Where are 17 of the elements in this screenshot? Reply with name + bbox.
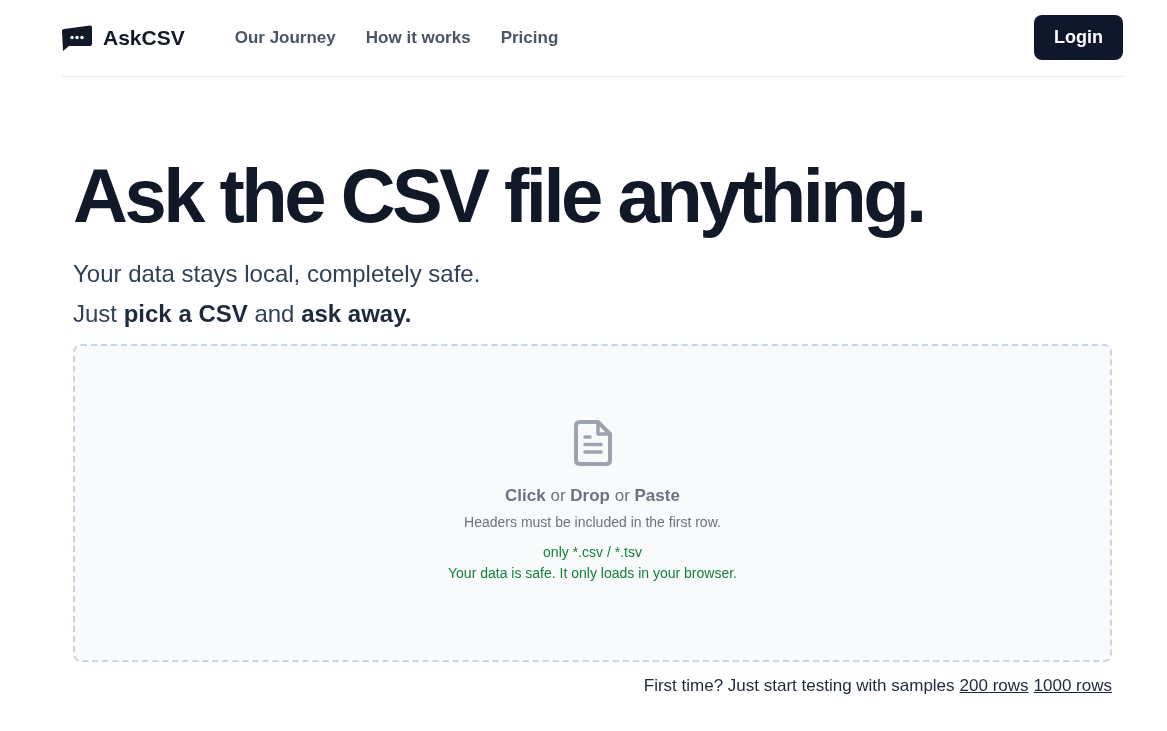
upload-prompt: Click or Drop or Paste [505, 485, 680, 507]
hero-subtitle: Your data stays local, completely safe. [73, 259, 482, 289]
sample-link[interactable]: 1000 rows [1033, 674, 1112, 698]
upload-hint: Headers must be included in the first row. [464, 513, 721, 532]
nav-link[interactable]: How it works [365, 28, 471, 48]
login-button[interactable]: Login [1034, 15, 1123, 60]
safety-note: only *.csv / *.tsv [543, 543, 642, 562]
nav-link[interactable]: Pricing [500, 28, 559, 48]
samples-text: First time? Just start testing with samples [643, 675, 955, 697]
document-icon [573, 420, 612, 466]
nav-link[interactable]: Our Journey [234, 28, 336, 48]
file-dropzone[interactable]: Click or Drop or Paste Headers must be included in the first row. only *.csv / *.tsv Your data is safe. It only loads in your browser. [73, 344, 1112, 662]
safety-note: Your data is safe. It only loads in your browser. [448, 564, 737, 583]
brand-name: AskCSV [103, 26, 185, 50]
sample-link[interactable]: 200 rows [959, 674, 1029, 698]
chat-bubble-logo-icon [62, 25, 92, 51]
hero-subtitle: Just pick a CSV and ask away. [73, 299, 413, 329]
